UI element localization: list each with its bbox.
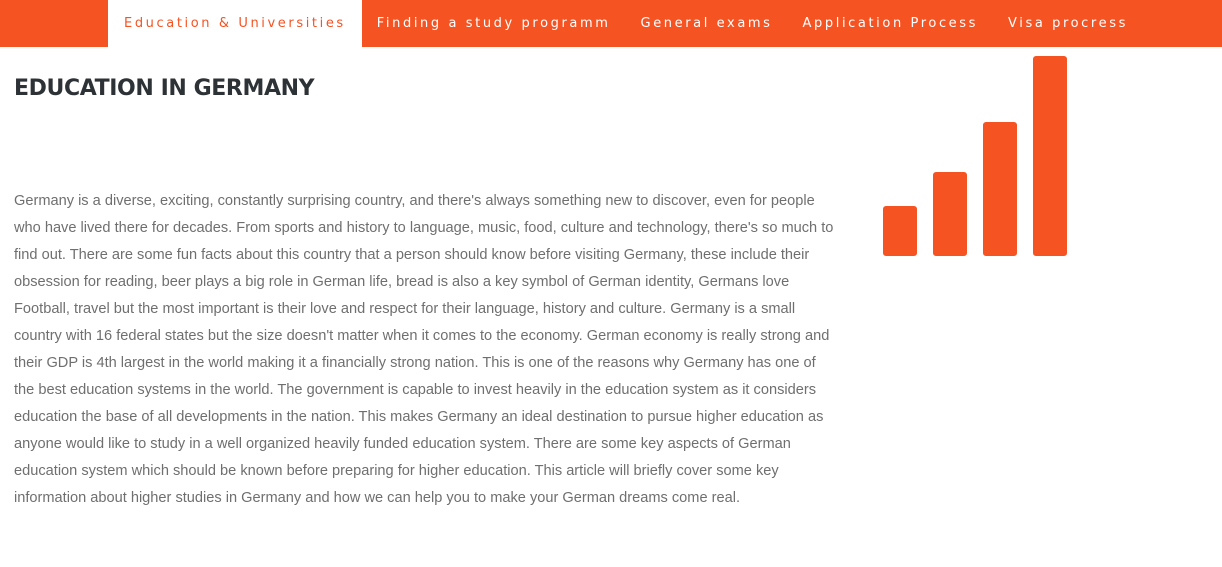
nav-item-visa-process[interactable]: Visa procress xyxy=(993,0,1143,47)
main-nav: Education & Universities Finding a study… xyxy=(108,0,1143,47)
signal-bar-3 xyxy=(983,122,1017,256)
signal-bars-icon xyxy=(883,56,1067,256)
signal-bar-4 xyxy=(1033,56,1067,256)
nav-item-education-universities[interactable]: Education & Universities xyxy=(108,0,362,47)
nav-item-application-process[interactable]: Application Process xyxy=(788,0,993,47)
top-navigation-bar: Education & Universities Finding a study… xyxy=(0,0,1222,47)
intro-paragraph: Germany is a diverse, exciting, constant… xyxy=(14,193,834,506)
nav-item-general-exams[interactable]: General exams xyxy=(626,0,788,47)
signal-bar-2 xyxy=(933,172,967,256)
page-title: EDUCATION IN GERMANY xyxy=(14,76,315,101)
signal-bar-1 xyxy=(883,206,917,256)
nav-item-finding-study-programm[interactable]: Finding a study programm xyxy=(362,0,626,47)
